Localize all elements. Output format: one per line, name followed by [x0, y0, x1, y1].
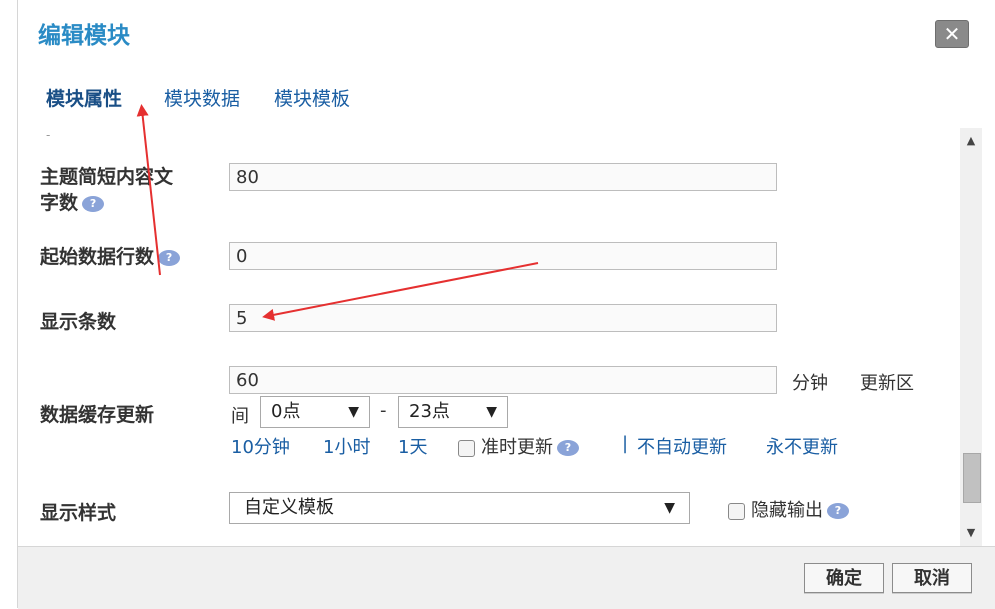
dialog-title: 编辑模块	[38, 23, 130, 49]
never-update-link[interactable]: 永不更新	[766, 433, 838, 459]
help-icon[interactable]: ?	[158, 249, 181, 266]
cancel-button[interactable]: 取消	[892, 563, 972, 593]
quick-10min-link[interactable]: 10分钟	[231, 433, 290, 459]
hide-output-option[interactable]: 隐藏输出?	[728, 496, 849, 522]
display-count-input[interactable]: 5	[229, 304, 777, 332]
summary-length-label-line1: 主题简短内容文	[40, 166, 174, 188]
scroll-thumb[interactable]	[963, 453, 981, 503]
help-icon[interactable]: ?	[827, 503, 849, 519]
close-icon: ✕	[943, 22, 961, 46]
dropdown-arrow-icon: ▼	[486, 404, 497, 420]
no-auto-update-link[interactable]: 不自动更新	[637, 433, 727, 459]
scroll-up-icon[interactable]: ▲	[960, 130, 982, 152]
cache-update-label: 数据缓存更新	[40, 404, 155, 426]
quick-1day-link[interactable]: 1天	[398, 433, 427, 459]
help-icon[interactable]: ?	[82, 195, 105, 212]
display-style-select[interactable]: 自定义模板 ▼	[229, 492, 690, 524]
dropdown-arrow-icon: ▼	[664, 500, 675, 516]
range-separator: -	[380, 400, 387, 421]
start-row-label-text: 起始数据行数	[40, 246, 155, 268]
start-row-input[interactable]: 0	[229, 242, 777, 270]
update-range-label-cont: 间	[231, 406, 249, 427]
form-content: - 主题简短内容文 字数? 80 起始数据行数? 0 显示条数 5 数据缓存更新…	[18, 128, 995, 546]
scroll-down-icon[interactable]: ▼	[960, 522, 982, 544]
tab-module-template[interactable]: 模块模板	[274, 84, 350, 111]
vertical-scrollbar[interactable]: ▲ ▼	[960, 128, 982, 546]
display-style-label: 显示样式	[40, 502, 117, 524]
edit-module-dialog: 编辑模块 ✕ 模块属性 模块数据 模块模板 - 主题简短内容文 字数? 80 起…	[17, 0, 995, 609]
dropdown-arrow-icon: ▼	[348, 404, 359, 420]
range-start-value: 0点	[271, 401, 301, 422]
range-start-select[interactable]: 0点 ▼	[260, 396, 370, 428]
hide-output-checkbox[interactable]	[728, 502, 745, 520]
summary-length-label-line2: 字数?	[40, 188, 105, 215]
help-icon[interactable]: ?	[557, 440, 579, 456]
ontime-update-checkbox[interactable]	[458, 439, 475, 457]
ontime-update-option[interactable]: 准时更新?	[458, 433, 579, 459]
ok-button[interactable]: 确定	[804, 563, 884, 593]
dialog-footer: 确定 取消	[18, 546, 995, 609]
update-range-label: 更新区	[860, 373, 914, 394]
summary-length-label-text: 字数	[40, 192, 79, 214]
hide-output-label: 隐藏输出	[751, 500, 823, 521]
start-row-label: 起始数据行数?	[40, 242, 181, 269]
display-style-value: 自定义模板	[244, 497, 334, 518]
tab-module-properties[interactable]: 模块属性	[46, 84, 122, 111]
pipe-separator: |	[622, 433, 629, 454]
cache-unit: 分钟	[792, 373, 828, 394]
range-end-value: 23点	[409, 401, 450, 422]
cache-update-input[interactable]: 60	[229, 366, 777, 394]
close-button[interactable]: ✕	[935, 20, 969, 48]
summary-length-input[interactable]: 80	[229, 163, 777, 191]
divider: -	[46, 128, 51, 142]
ontime-update-label: 准时更新	[481, 437, 553, 458]
range-end-select[interactable]: 23点 ▼	[398, 396, 508, 428]
quick-1hour-link[interactable]: 1小时	[323, 433, 370, 459]
tab-module-data[interactable]: 模块数据	[164, 84, 240, 111]
display-count-label: 显示条数	[40, 311, 117, 333]
